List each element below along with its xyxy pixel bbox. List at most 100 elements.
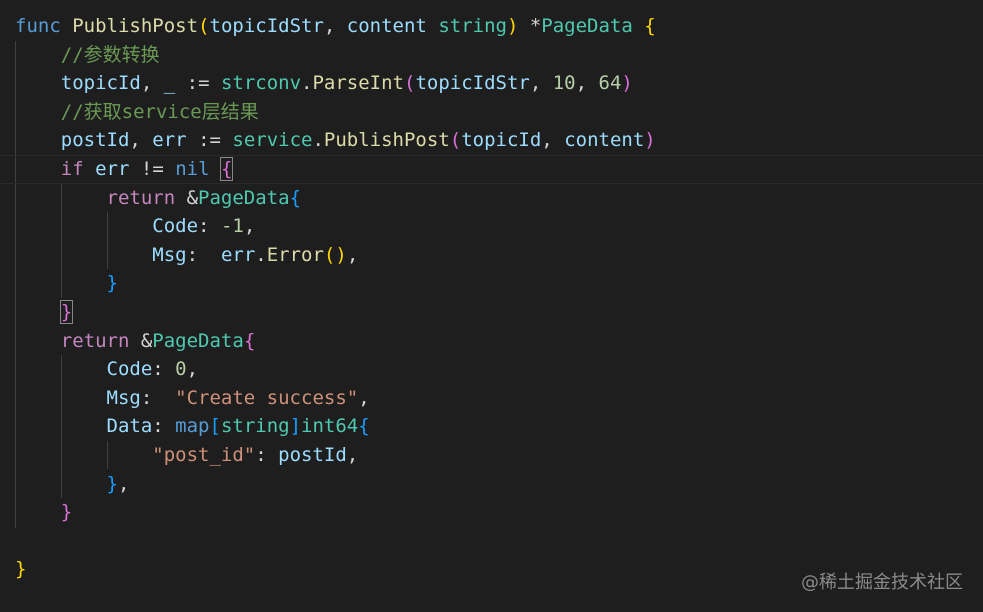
code-token: , bbox=[575, 72, 599, 95]
code-token: PublishPost bbox=[323, 129, 450, 152]
code-token: , bbox=[358, 386, 370, 409]
code-token: Error bbox=[266, 243, 324, 266]
code-token: [ bbox=[209, 415, 221, 438]
code-line[interactable] bbox=[15, 527, 656, 556]
code-token: & bbox=[129, 329, 153, 352]
code-token: postId bbox=[60, 129, 130, 152]
watermark: @稀土掘金技术社区 bbox=[801, 572, 963, 593]
code-token: ] bbox=[289, 415, 302, 438]
code-token: , bbox=[117, 472, 130, 495]
code-token: nil bbox=[175, 157, 210, 180]
code-line[interactable]: } bbox=[15, 555, 656, 584]
code-token: ParseInt bbox=[312, 72, 404, 95]
code-line[interactable]: }, bbox=[15, 470, 656, 499]
code-line[interactable]: } bbox=[15, 298, 656, 327]
code-line[interactable]: "post_id": postId, bbox=[15, 441, 656, 470]
code-token: postId bbox=[278, 443, 347, 466]
code-token: ( bbox=[198, 15, 210, 37]
code-token: content bbox=[564, 129, 645, 152]
code-token: , bbox=[140, 72, 164, 95]
code-token: != bbox=[129, 157, 176, 180]
code-token: err bbox=[220, 243, 256, 266]
code-token: { bbox=[219, 156, 234, 181]
code-token: } bbox=[59, 299, 74, 324]
code-token: int64 bbox=[301, 415, 359, 438]
code-token: : bbox=[198, 215, 221, 238]
code-token: , bbox=[243, 215, 256, 238]
code-line[interactable]: //获取service层结果 bbox=[15, 98, 656, 127]
code-token: } bbox=[106, 272, 118, 295]
code-line[interactable]: Data: map[string]int64{ bbox=[15, 412, 656, 441]
code-token: { bbox=[243, 329, 256, 352]
code-token: } bbox=[60, 501, 73, 524]
code-token: PageData bbox=[152, 329, 244, 352]
code-token: //获取service层结果 bbox=[15, 100, 259, 123]
code-line[interactable]: topicId, _ := strconv.ParseInt(topicIdSt… bbox=[15, 69, 656, 98]
code-line[interactable]: Msg: err.Error(), bbox=[15, 241, 656, 270]
code-token: , bbox=[346, 243, 359, 266]
code-line[interactable]: Code: 0, bbox=[15, 355, 656, 384]
code-line[interactable]: } bbox=[15, 269, 656, 298]
code-token: () bbox=[323, 243, 347, 266]
code-token: : bbox=[255, 443, 279, 466]
code-token: : bbox=[140, 386, 176, 409]
code-token: { bbox=[358, 415, 370, 438]
code-token: , bbox=[346, 443, 359, 466]
code-line[interactable]: postId, err := service.PublishPost(topic… bbox=[15, 126, 656, 155]
code-line[interactable]: Code: -1, bbox=[15, 212, 656, 241]
code-token: & bbox=[175, 186, 199, 209]
code-token: . bbox=[312, 129, 324, 152]
code-token: PageData bbox=[198, 186, 290, 209]
code-token: } bbox=[106, 472, 118, 495]
code-token: * bbox=[529, 15, 542, 37]
code-token: content bbox=[346, 15, 427, 37]
code-editor[interactable]: func PublishPost(topicIdStr, content str… bbox=[0, 0, 983, 612]
code-token: { bbox=[632, 15, 656, 37]
code-token: "Create success" bbox=[175, 386, 359, 409]
code-token: string bbox=[220, 415, 290, 438]
code-token: 0 bbox=[175, 358, 187, 381]
code-token: ( bbox=[449, 129, 462, 152]
code-line[interactable]: if err != nil { bbox=[0, 154, 983, 184]
code-token: PageData bbox=[541, 15, 633, 37]
code-token: := bbox=[175, 72, 221, 95]
code-token: "post_id" bbox=[152, 443, 256, 466]
code-token: return bbox=[106, 186, 176, 209]
code-line[interactable]: return &PageData{ bbox=[15, 184, 656, 213]
code-line[interactable]: //参数转换 bbox=[15, 41, 656, 70]
code-token: := bbox=[186, 129, 233, 152]
code-token: Msg bbox=[152, 243, 187, 266]
code-line[interactable]: Msg: "Create success", bbox=[15, 384, 656, 413]
code-token: , bbox=[529, 72, 553, 95]
code-token: //参数转换 bbox=[15, 43, 160, 66]
code-content[interactable]: func PublishPost(topicIdStr, content str… bbox=[0, 12, 983, 584]
code-token: Code bbox=[152, 215, 199, 238]
code-token: } bbox=[15, 558, 27, 581]
code-token: topicIdStr bbox=[415, 72, 530, 95]
code-token: { bbox=[289, 186, 302, 209]
code-line[interactable]: return &PageData{ bbox=[15, 327, 656, 356]
code-token: : bbox=[152, 415, 176, 438]
code-token: strconv bbox=[220, 72, 302, 95]
code-line[interactable]: } bbox=[15, 498, 656, 527]
code-token: ) bbox=[644, 129, 656, 152]
code-token: Data bbox=[106, 415, 153, 438]
code-token: service bbox=[232, 129, 313, 152]
code-line[interactable]: func PublishPost(topicIdStr, content str… bbox=[15, 12, 656, 41]
code-token: : bbox=[152, 358, 176, 381]
code-token: func bbox=[15, 15, 73, 37]
